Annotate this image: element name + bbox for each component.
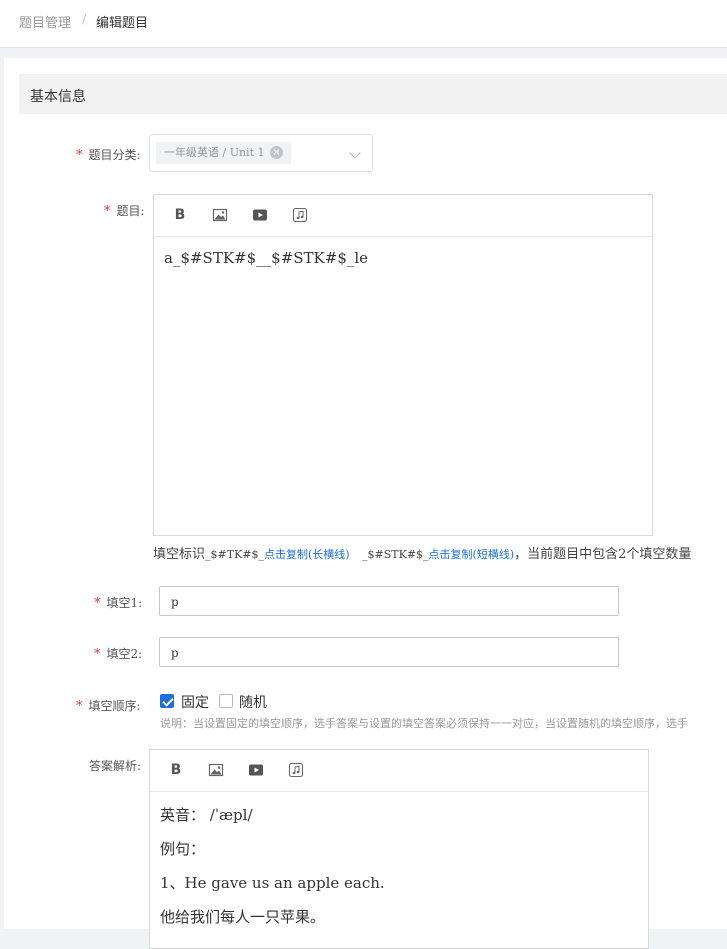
- question-toolbar: B: [154, 195, 652, 237]
- order-label-text: 填空顺序:: [88, 699, 141, 713]
- analysis-line: 英音： /ˈæpl/: [160, 806, 253, 824]
- tag-close-icon[interactable]: ×: [270, 146, 283, 159]
- required-mark: *: [76, 148, 83, 163]
- required-mark: *: [76, 699, 83, 714]
- audio-icon[interactable]: [292, 207, 308, 223]
- bold-button[interactable]: B: [168, 762, 184, 778]
- video-icon[interactable]: [252, 207, 268, 223]
- section-header: [19, 74, 727, 114]
- fixed-label[interactable]: 固定: [181, 692, 209, 712]
- image-icon[interactable]: [212, 207, 228, 223]
- analysis-label: 答案解析:: [89, 759, 142, 773]
- video-icon[interactable]: [248, 762, 264, 778]
- blank-hint: 填空标识_$#TK#$_点击复制(长横线) _$#STK#$_点击复制(短横线)…: [153, 543, 691, 562]
- question-editor[interactable]: B a_$#STK#$__$#STK#$_le: [153, 194, 653, 536]
- blank2-label-text: 填空2:: [106, 647, 143, 661]
- random-checkbox[interactable]: [219, 694, 233, 708]
- image-icon[interactable]: [208, 762, 224, 778]
- long-mark: _$#TK#$_: [205, 548, 265, 561]
- random-label[interactable]: 随机: [239, 692, 267, 712]
- question-label-text: 题目:: [116, 204, 145, 218]
- category-label-text: 题目分类:: [88, 148, 141, 162]
- blank2-label: * 填空2:: [94, 645, 142, 662]
- question-content: a_$#STK#$__$#STK#$_le: [164, 249, 369, 267]
- question-label: * 题目:: [104, 202, 145, 219]
- section-title: 基本信息: [30, 89, 86, 105]
- analysis-line: 例句：: [160, 840, 206, 858]
- required-mark: *: [94, 596, 101, 611]
- required-mark: *: [104, 204, 111, 219]
- order-note: 说明：当设置固定的填空顺序，选手答案与设置的填空答案必须保持一一对应，当设置随机…: [160, 717, 688, 730]
- copy-long-link[interactable]: 点击复制(长横线): [264, 548, 350, 561]
- blank2-input[interactable]: p: [159, 637, 619, 667]
- required-mark: *: [94, 647, 101, 662]
- short-mark: _$#STK#$_: [362, 548, 429, 561]
- analysis-toolbar: B: [150, 750, 648, 792]
- order-label: * 填空顺序:: [76, 697, 141, 714]
- hint-suffix: ，当前题目中包含2个填空数量: [514, 547, 692, 562]
- bold-button[interactable]: B: [172, 207, 188, 223]
- blank1-input[interactable]: p: [159, 586, 619, 616]
- breadcrumb-current: 编辑题目: [96, 16, 149, 31]
- audio-icon[interactable]: [288, 762, 304, 778]
- category-label: * 题目分类:: [76, 146, 141, 163]
- breadcrumb-parent[interactable]: 题目管理: [19, 12, 71, 31]
- fixed-checkbox[interactable]: [160, 694, 174, 708]
- hint-prefix: 填空标识: [153, 547, 206, 562]
- copy-short-link[interactable]: 点击复制(短横线): [429, 548, 515, 561]
- blank1-label-text: 填空1:: [106, 596, 143, 610]
- breadcrumb-separator: /: [82, 12, 87, 27]
- blank1-label: * 填空1:: [94, 594, 142, 611]
- analysis-editor[interactable]: B 英音： /ˈæpl/ 例句： 1、He gave us an apple e…: [149, 749, 649, 949]
- analysis-line: 他给我们每人一只苹果。: [160, 908, 326, 926]
- analysis-line: 1、He gave us an apple each.: [160, 874, 385, 892]
